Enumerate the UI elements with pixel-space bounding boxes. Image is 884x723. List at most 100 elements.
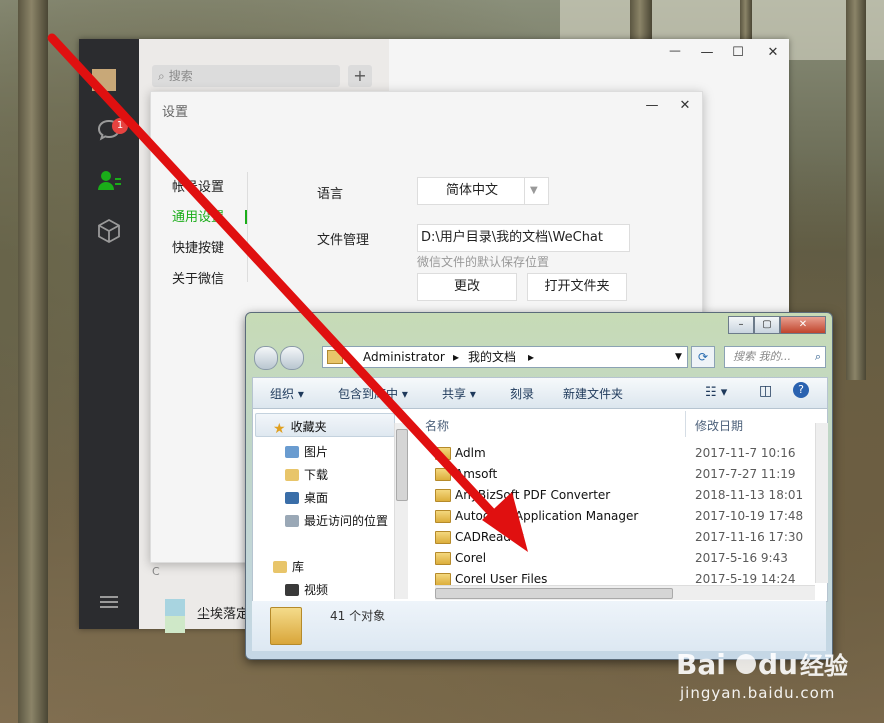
contacts-icon[interactable] <box>95 168 123 196</box>
baidu-logo: Bai du 经验 <box>676 644 876 684</box>
desktop-icon <box>285 492 299 504</box>
downloads-icon <box>285 469 299 481</box>
add-button[interactable]: + <box>348 65 372 87</box>
table-row[interactable]: Autodesk Application Manager 2017-10-19 1… <box>415 506 815 526</box>
svg-text:du: du <box>758 648 798 681</box>
nav-item-videos[interactable]: 视频 <box>285 581 328 598</box>
nav-item-libraries[interactable]: 库 <box>273 558 304 575</box>
folder-icon <box>435 531 451 544</box>
scroll-thumb[interactable] <box>435 588 673 599</box>
table-row[interactable]: Adlm 2017-11-7 10:16 <box>415 443 815 463</box>
organize-button[interactable]: 组织 ▾ <box>270 385 304 402</box>
divider <box>247 172 248 282</box>
file-path-hint: 微信文件的默认保存位置 <box>417 255 550 269</box>
nav-label: 收藏夹 <box>290 420 327 434</box>
language-value: 简体中文 <box>446 183 499 198</box>
back-button[interactable] <box>254 346 278 370</box>
minimize-button[interactable]: — <box>641 98 663 114</box>
burn-button[interactable]: 刻录 <box>510 385 534 402</box>
scroll-thumb[interactable] <box>396 429 408 501</box>
folder-icon <box>435 468 451 481</box>
open-folder-button[interactable]: 打开文件夹 <box>527 273 627 301</box>
breadcrumb-separator[interactable]: ▸ <box>453 347 459 367</box>
nav-label: 桌面 <box>304 491 329 505</box>
chevron-down-icon[interactable]: ▼ <box>675 347 682 367</box>
vertical-scrollbar[interactable] <box>815 423 828 583</box>
minimize-button[interactable]: – <box>728 316 754 334</box>
change-button[interactable]: 更改 <box>417 273 517 301</box>
chat-name: 尘埃落定 <box>197 607 250 622</box>
pin-button[interactable]: ᅳ <box>664 45 686 61</box>
navigation-pane: ★ 收藏夹 图片 下载 桌面 最近访问的位置 库 视频 <box>253 409 408 601</box>
file-name: AnyBizSoft PDF Converter <box>455 488 611 502</box>
folder-icon <box>435 489 451 502</box>
column-header-name[interactable]: 名称 <box>425 417 449 434</box>
pictures-icon <box>285 446 299 458</box>
table-row[interactable]: AnyBizSoft PDF Converter 2018-11-13 18:01 <box>415 485 815 505</box>
close-button[interactable]: ✕ <box>674 98 696 114</box>
maximize-button[interactable]: ▢ <box>754 316 780 334</box>
address-bar[interactable]: Administrator ▸ 我的文档 ▸ ▼ <box>322 346 688 368</box>
file-list: 名称 修改日期 Adlm 2017-11-7 10:16 Amsoft 2017-7-… <box>415 409 828 601</box>
search-placeholder: 搜索 我的... <box>733 350 791 363</box>
chat-avatar <box>165 599 185 633</box>
avatar[interactable] <box>92 69 116 91</box>
nav-item-favorites[interactable]: ★ 收藏夹 <box>273 418 327 437</box>
file-name: Amsoft <box>455 467 498 481</box>
file-management-label: 文件管理 <box>317 233 370 248</box>
menu-about[interactable]: 关于微信 <box>172 268 224 287</box>
svg-text:经验: 经验 <box>800 652 848 680</box>
file-name: Corel <box>455 551 487 565</box>
horizontal-scrollbar[interactable] <box>435 585 815 600</box>
breadcrumb-administrator[interactable]: Administrator <box>363 347 445 367</box>
background-tree <box>18 0 48 723</box>
maximize-button[interactable]: ☐ <box>727 45 749 61</box>
breadcrumb-separator[interactable]: ▸ <box>528 347 534 367</box>
column-separator[interactable] <box>685 411 686 437</box>
close-button[interactable]: ✕ <box>762 45 784 61</box>
file-path-field[interactable]: D:\用户目录\我的文档\WeChat <box>417 224 630 252</box>
nav-item-downloads[interactable]: 下载 <box>285 466 328 483</box>
background-tree <box>846 0 866 380</box>
nav-label: 下载 <box>304 468 329 482</box>
nav-label: 库 <box>292 560 305 574</box>
close-button[interactable]: ✕ <box>780 316 826 334</box>
file-name: Corel User Files <box>455 572 548 586</box>
language-select[interactable]: 简体中文 ▼ <box>417 177 549 205</box>
box-icon[interactable] <box>95 218 123 246</box>
wechat-sidebar: 1 <box>79 39 139 629</box>
file-name: Autodesk Application Manager <box>455 509 639 523</box>
share-button[interactable]: 共享 ▾ <box>442 385 476 402</box>
minimize-button[interactable]: — <box>696 45 718 61</box>
help-icon[interactable]: ? <box>793 382 809 398</box>
nav-item-recent-places[interactable]: 最近访问的位置 <box>285 512 388 529</box>
search-icon: ⌕ <box>814 350 821 363</box>
explorer-content: ★ 收藏夹 图片 下载 桌面 最近访问的位置 库 视频 名称 修改日期 Adlm 2… <box>252 408 828 602</box>
libraries-icon <box>273 561 287 573</box>
nav-scrollbar[interactable] <box>394 423 408 599</box>
column-header-date[interactable]: 修改日期 <box>695 417 743 434</box>
table-row[interactable]: Amsoft 2017-7-27 11:19 <box>415 464 815 484</box>
new-folder-button[interactable]: 新建文件夹 <box>563 385 623 402</box>
menu-account-settings[interactable]: 帐号设置 <box>172 176 224 195</box>
menu-general-settings[interactable]: 通用设置 <box>172 206 224 225</box>
recent-places-icon <box>285 515 299 527</box>
breadcrumb-documents[interactable]: 我的文档 <box>468 347 516 367</box>
forward-button[interactable] <box>280 346 304 370</box>
table-row[interactable]: Corel 2017-5-16 9:43 <box>415 548 815 568</box>
include-in-library-button[interactable]: 包含到库中 ▾ <box>338 385 408 402</box>
explorer-window: – ▢ ✕ Administrator ▸ 我的文档 ▸ ▼ ⟳ 搜索 我的..… <box>245 312 833 660</box>
table-row[interactable]: CADReader 2017-11-16 17:30 <box>415 527 815 547</box>
view-options-icon[interactable]: ☷ ▾ <box>705 385 727 400</box>
preview-pane-icon[interactable]: ◫ <box>759 383 772 399</box>
search-input[interactable]: ⌕ 搜索 <box>152 65 340 87</box>
file-date: 2017-10-19 17:48 <box>695 509 804 523</box>
search-input[interactable]: 搜索 我的... ⌕ <box>724 346 826 368</box>
nav-item-desktop[interactable]: 桌面 <box>285 489 328 506</box>
menu-icon[interactable] <box>95 591 123 619</box>
folder-icon <box>327 350 343 364</box>
menu-shortcuts[interactable]: 快捷按键 <box>172 237 224 256</box>
nav-item-pictures[interactable]: 图片 <box>285 443 328 460</box>
refresh-icon[interactable]: ⟳ <box>691 346 715 368</box>
dialog-title: 设置 <box>162 105 189 120</box>
